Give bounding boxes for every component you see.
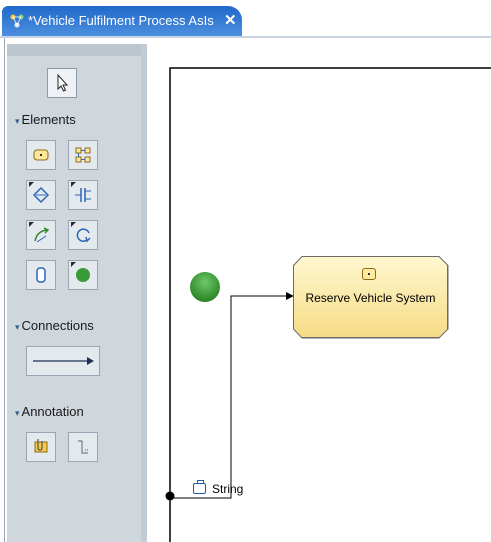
task-label: Reserve Vehicle System [305,291,436,305]
sequence-flow [170,295,288,499]
input-type-label: String [212,482,244,496]
task-type-icon [362,268,376,280]
input-connector-dot [165,491,175,501]
start-event[interactable] [190,272,220,302]
business-item-icon [193,480,206,494]
